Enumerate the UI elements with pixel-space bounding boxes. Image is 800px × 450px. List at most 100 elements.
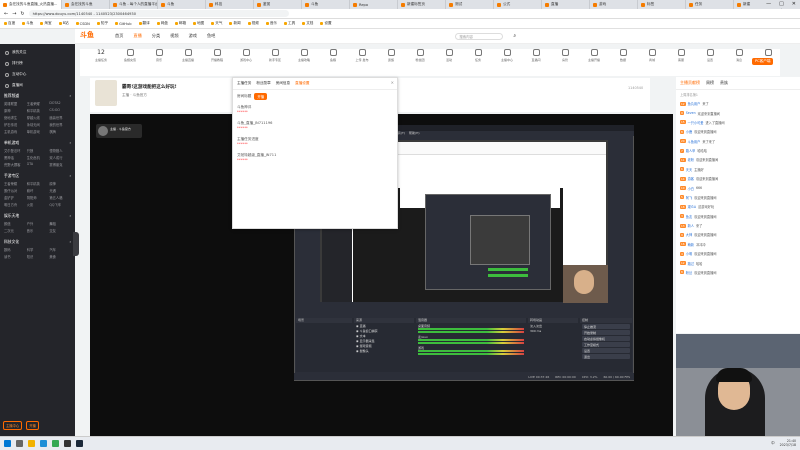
sidebar-channel-link[interactable]: 崩坏	[27, 188, 49, 193]
popup-row[interactable]: 斗鱼_直播_JN711196 ******	[237, 121, 393, 130]
category-item[interactable]: 消息	[728, 49, 750, 62]
source-item[interactable]: ◉ 摄像头	[354, 348, 414, 353]
chat-username[interactable]: 小鹿	[686, 129, 692, 134]
sidebar-channel-link[interactable]: 穿越火线	[27, 115, 49, 120]
chat-username[interactable]: 鱼友	[686, 214, 692, 219]
sidebar-channel-link[interactable]: 英雄联盟	[4, 101, 26, 106]
category-item[interactable]: 主播攻略	[293, 49, 315, 62]
anchor-name[interactable]: 主播 · 斗鱼官方	[122, 93, 147, 98]
category-item[interactable]: 鱼粮	[322, 49, 344, 62]
chat-username[interactable]: 阿飞	[686, 195, 692, 200]
category-item[interactable]: 活动	[438, 49, 460, 62]
browser-tab[interactable]: 公式	[494, 0, 542, 9]
sidebar-channel-link[interactable]: 怪物猎人	[49, 148, 71, 153]
category-item[interactable]: 主播开播	[583, 49, 605, 62]
sidebar-nav-item[interactable]: 排行榜	[2, 58, 73, 69]
section-title[interactable]: 科技文化 ›	[2, 237, 73, 247]
bookmark-item[interactable]: 天气	[211, 21, 222, 26]
bookmark-item[interactable]: 翻译	[138, 21, 150, 26]
chat-username[interactable]: Seven	[686, 111, 696, 115]
sidebar-nav-item[interactable]: 直播间	[2, 80, 73, 91]
chat-username[interactable]: 小明	[686, 251, 692, 256]
sidebar-channel-link[interactable]: 户外	[27, 221, 49, 226]
browser-tab[interactable]: 鉴赏	[254, 0, 302, 9]
sidebar-channel-link[interactable]: 棋牌	[49, 129, 71, 134]
chat-username[interactable]: 斗鱼用户	[688, 139, 701, 144]
sidebar-nav-item[interactable]: 我的关注	[2, 47, 73, 58]
chat-username[interactable]: 萌新	[688, 242, 694, 247]
search-icon[interactable]: ⌕	[513, 33, 516, 39]
sidebar-channel-link[interactable]: 永劫无间	[27, 122, 49, 127]
volume-slider[interactable]	[418, 331, 524, 333]
popup-tab[interactable]: 主播任务	[237, 81, 251, 86]
ime-indicator[interactable]: 中	[771, 441, 775, 446]
close-icon[interactable]: ✕	[792, 1, 796, 7]
start-live-button[interactable]: 开播	[254, 93, 268, 100]
sidebar-channel-link[interactable]: 火影	[27, 202, 49, 207]
category-item[interactable]: 房管	[554, 49, 576, 62]
volume-slider[interactable]	[418, 353, 524, 355]
bookmark-item[interactable]: 音乐	[265, 21, 277, 26]
category-item[interactable]: 上传·发布	[351, 49, 373, 62]
sidebar-channel-link[interactable]: 和平精英	[27, 181, 49, 186]
duration-input[interactable]: 300 ms	[528, 328, 578, 333]
reload-icon[interactable]: ↻	[20, 11, 24, 17]
sidebar-channel-link[interactable]: 光遇	[49, 188, 71, 193]
bookmark-item[interactable]: 文档	[302, 21, 313, 26]
category-item[interactable]: 商城	[641, 49, 663, 62]
sidebar-channel-link[interactable]: 魔兽世界	[49, 115, 71, 120]
sidebar-collapse-handle[interactable]	[73, 232, 79, 256]
nav-game[interactable]: 游戏	[189, 33, 197, 39]
browser-tab[interactable]: 测试	[446, 0, 494, 9]
chat-username[interactable]: 老粉	[688, 157, 694, 162]
sidebar-channel-link[interactable]: 美食	[49, 254, 71, 259]
browser-tab[interactable]: 斗鱼	[158, 0, 206, 9]
files-icon[interactable]	[28, 440, 35, 447]
category-item[interactable]: 游戏中心	[235, 49, 257, 62]
site-logo[interactable]: 斗鱼	[80, 30, 94, 40]
obs-control-button[interactable]: 工作室模式	[582, 342, 630, 347]
bookmark-item[interactable]: 邮箱	[174, 21, 186, 26]
bookmark-item[interactable]: 知乎	[96, 21, 108, 26]
chat-username[interactable]: 游客	[688, 176, 694, 181]
category-item[interactable]: 客服	[670, 49, 692, 62]
tab-active[interactable]: 会在找的斗鱼直播_火热直播...	[0, 0, 62, 9]
bookmark-item[interactable]: 新闻	[229, 21, 241, 26]
category-item[interactable]: 贵族	[380, 49, 402, 62]
section-title[interactable]: 推荐频道 ›	[2, 91, 73, 101]
sidebar-channel-link[interactable]: 艾尔登法环	[4, 148, 26, 153]
bookmark-item[interactable]: 淘宝	[40, 21, 52, 26]
browser-tab[interactable]: 任务	[686, 0, 734, 9]
nav-fishbar[interactable]: 鱼吧	[207, 33, 215, 39]
sidebar-channel-link[interactable]: 交友	[49, 228, 71, 233]
browser-tab[interactable]: 标签	[638, 0, 686, 9]
chat-username[interactable]: 一只小可爱	[688, 120, 704, 125]
back-icon[interactable]: ←	[4, 11, 8, 17]
category-item[interactable]: 鱼翅充值	[119, 49, 141, 62]
sidebar-channel-link[interactable]: 主机游戏	[4, 129, 26, 134]
popup-tab[interactable]: 直播设置	[295, 81, 309, 86]
sidebar-channel-link[interactable]: 原神	[49, 181, 71, 186]
browser-tab[interactable]: Repo	[350, 0, 398, 9]
chat-username[interactable]: 粉丝	[686, 270, 692, 275]
browser-tab[interactable]: 游戏	[590, 0, 638, 9]
sidebar-channel-link[interactable]: CS:GO	[49, 108, 71, 113]
bookmark-item[interactable]: CSDN	[75, 22, 90, 26]
maximize-icon[interactable]: □	[779, 1, 784, 7]
chat-username[interactable]: 观众A	[688, 204, 697, 209]
chat-username[interactable]: 新人	[688, 223, 694, 228]
bookmark-item[interactable]: 地图	[193, 21, 204, 26]
obs-control-button[interactable]: 开始录制	[582, 330, 630, 335]
nav-live[interactable]: 直播	[133, 33, 141, 39]
chat-list[interactable]: 12 鱼丸用户 来了 9 Seven 欢迎来到直播间 15 一只小可爱 进入了直播间 8 小鹿 欢迎来…	[676, 99, 800, 277]
category-item[interactable]: 主播直播	[177, 49, 199, 62]
sidebar-channel-link[interactable]: 我的世界	[49, 122, 71, 127]
bookmark-item[interactable]: 工具	[284, 21, 295, 26]
category-item[interactable]: 粉丝团	[409, 49, 431, 62]
sidebar-channel-link[interactable]: QQ飞车	[49, 202, 71, 207]
sidebar-channel-link[interactable]: 炉石传说	[4, 122, 26, 127]
chat-username[interactable]: 天天	[686, 167, 692, 172]
start-live-button[interactable]: 开播	[26, 421, 39, 430]
sidebar-channel-link[interactable]: 荒野大镖客	[4, 162, 26, 167]
browser-tab[interactable]: 斗鱼 - 每个人的直播平台	[110, 0, 158, 9]
